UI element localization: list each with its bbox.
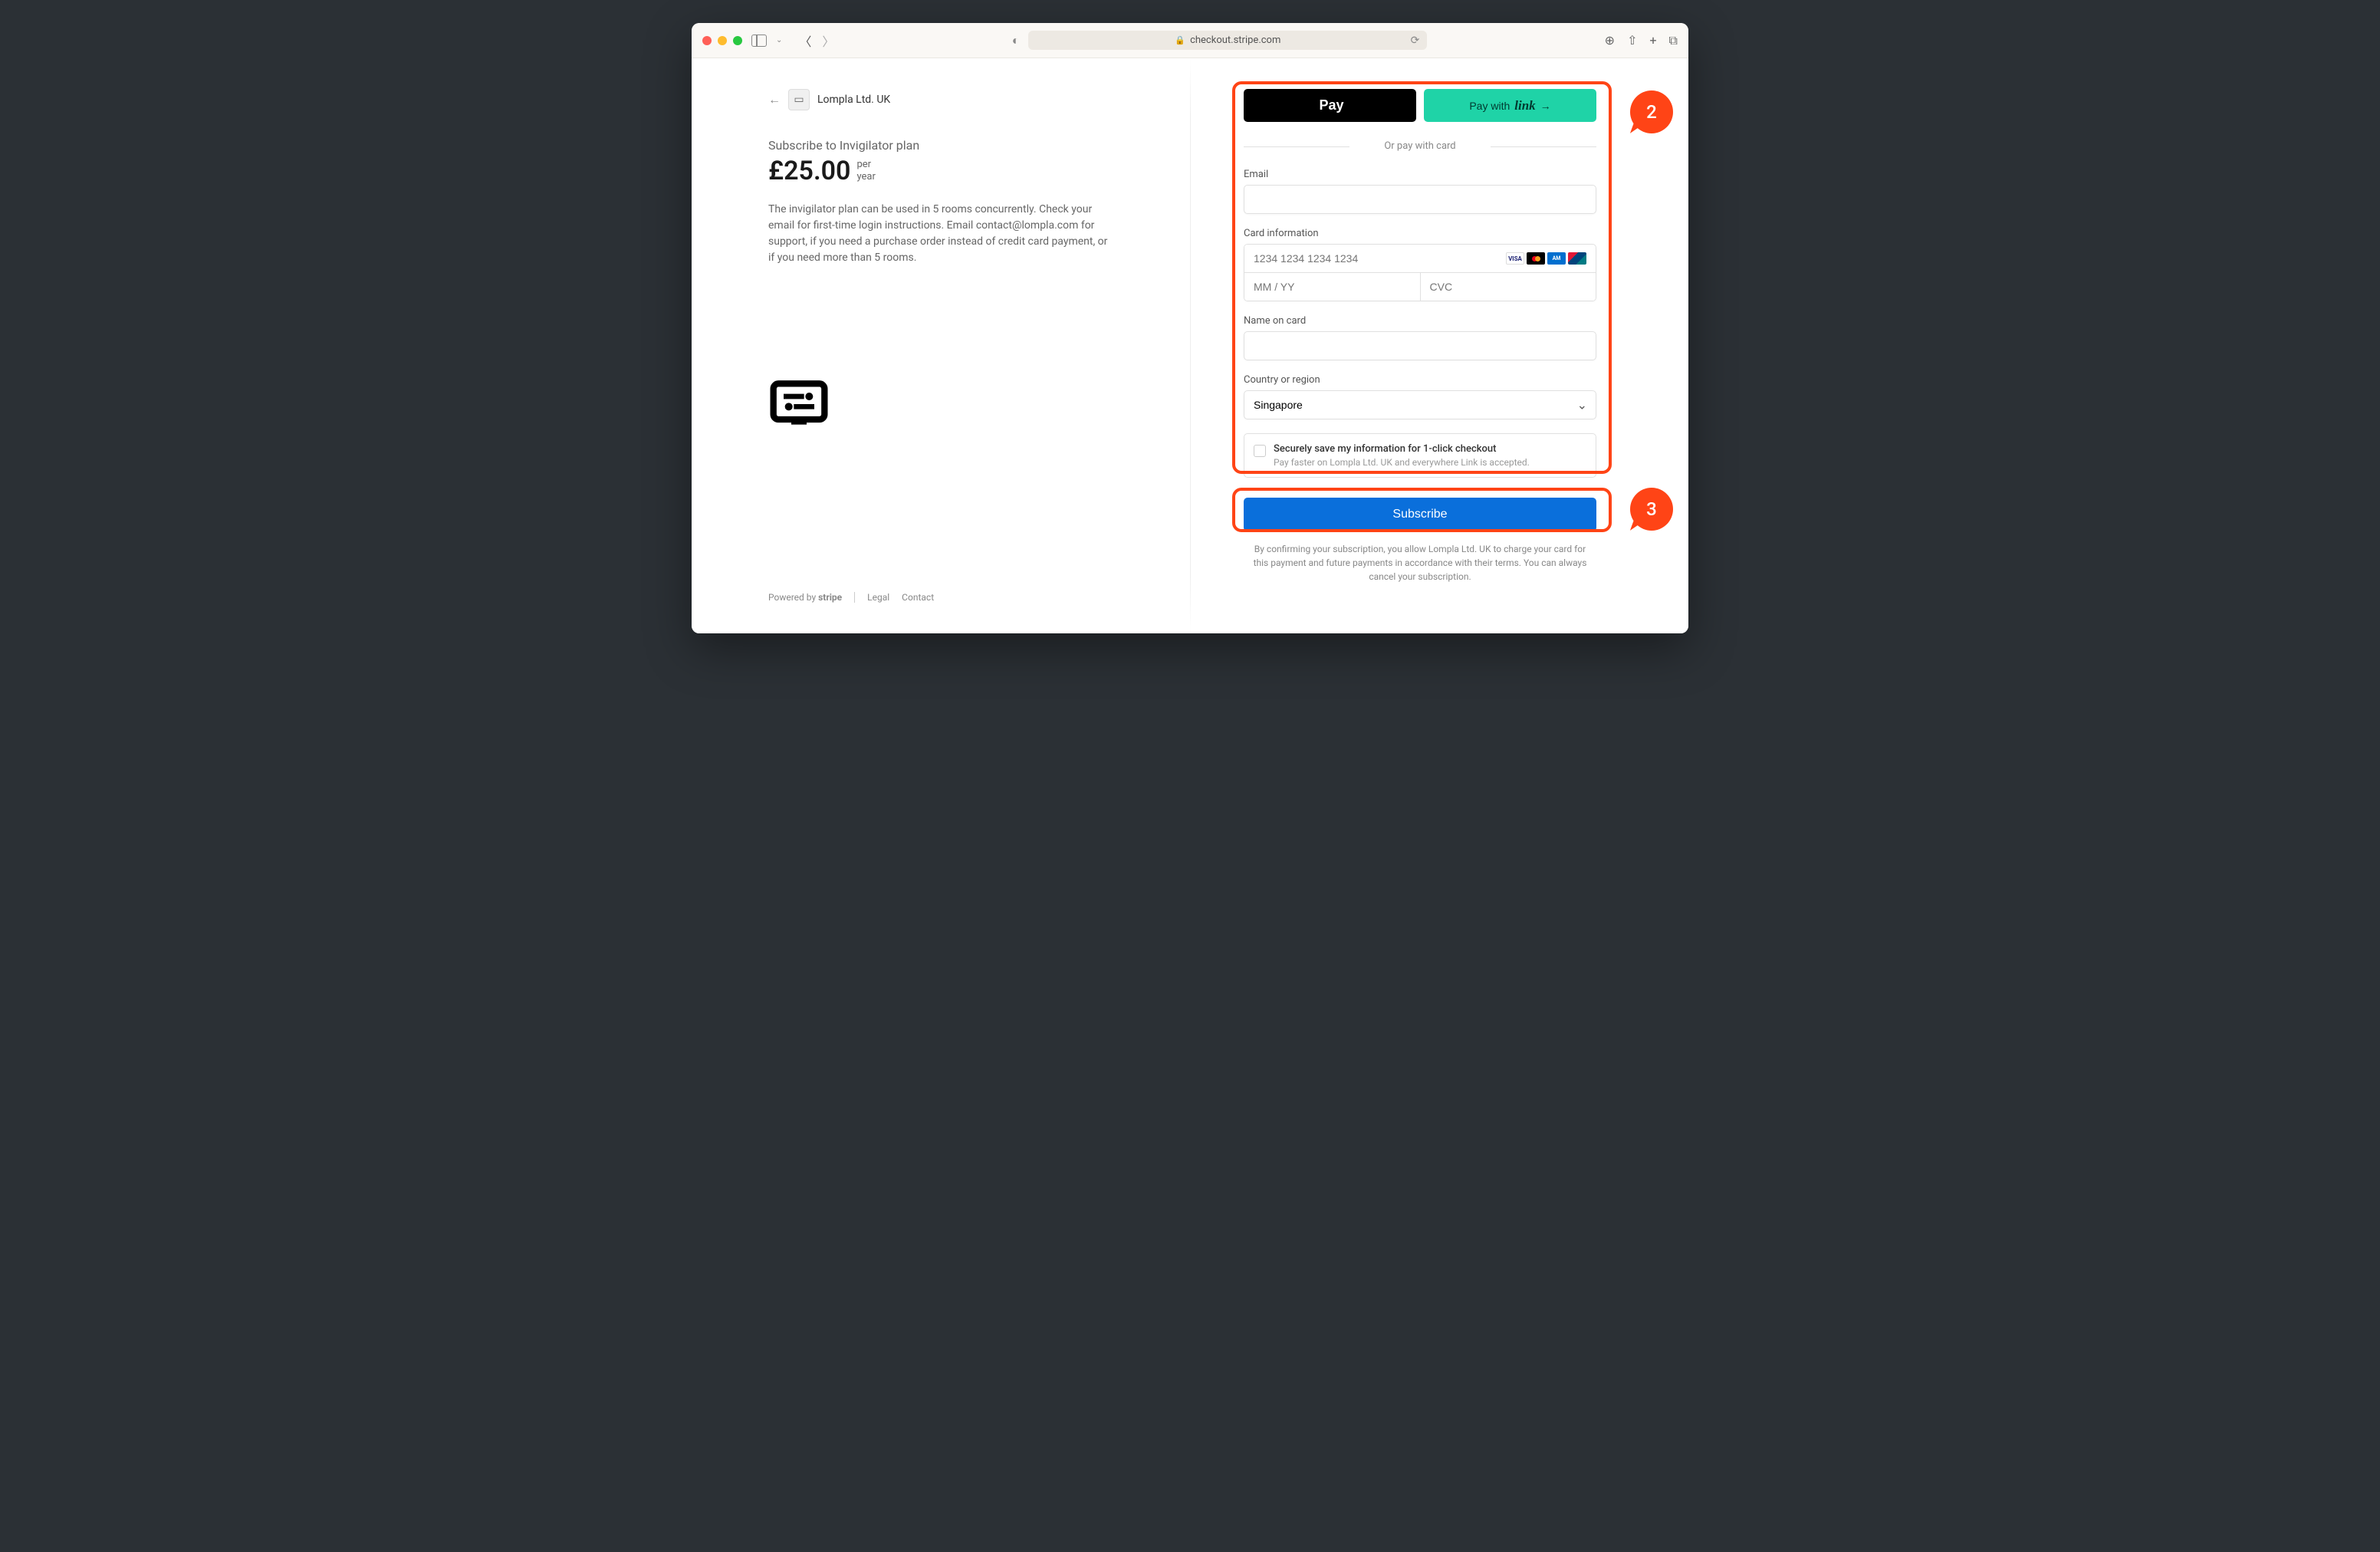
email-label: Email: [1244, 169, 1596, 180]
email-input[interactable]: [1244, 185, 1596, 214]
pay-with-card-divider: Or pay with card: [1244, 140, 1596, 152]
legal-link[interactable]: Legal: [867, 592, 889, 603]
mastercard-icon: [1527, 252, 1545, 265]
save-info-checkbox[interactable]: [1254, 445, 1266, 457]
annotation-badge-3: 3: [1630, 488, 1673, 531]
window-controls: [702, 36, 742, 45]
checkout-page: ← ▭ Lompla Ltd. UK Subscribe to Invigila…: [692, 58, 1688, 633]
sidebar-toggle-icon[interactable]: [751, 35, 767, 47]
name-on-card-label: Name on card: [1244, 315, 1596, 327]
browser-toolbar: ⌄ 〈 〉 ◐ 🔒 checkout.stripe.com ⟳ ⊕ ⇧ + ⧉: [692, 23, 1688, 58]
footer: Powered by stripe Legal Contact: [768, 592, 934, 603]
close-window-button[interactable]: [702, 36, 712, 45]
maximize-window-button[interactable]: [733, 36, 742, 45]
contact-link[interactable]: Contact: [902, 592, 934, 603]
payment-form-panel: Pay Pay with link → Or pay with card Ema…: [1190, 58, 1688, 633]
card-expiry-input[interactable]: [1244, 273, 1421, 301]
divider: [854, 592, 855, 603]
country-select[interactable]: Singapore: [1244, 390, 1596, 419]
save-info-title: Securely save my information for 1-click…: [1274, 443, 1530, 455]
refresh-icon[interactable]: ⟳: [1411, 35, 1420, 47]
link-pay-button[interactable]: Pay with link →: [1424, 89, 1596, 122]
card-number-input[interactable]: [1244, 245, 1506, 272]
back-arrow-icon: ←: [768, 92, 781, 107]
tabs-overview-icon[interactable]: ⧉: [1669, 33, 1678, 48]
downloads-icon[interactable]: ⊕: [1605, 33, 1615, 48]
new-tab-icon[interactable]: +: [1649, 33, 1656, 48]
address-bar[interactable]: 🔒 checkout.stripe.com ⟳: [1028, 31, 1427, 50]
privacy-shield-icon[interactable]: ◐: [1012, 33, 1020, 48]
name-on-card-input[interactable]: [1244, 331, 1596, 360]
product-image-icon: [768, 373, 1113, 435]
annotation-badge-2: 2: [1630, 90, 1673, 133]
forward-button[interactable]: 〉: [822, 31, 834, 50]
lock-icon: 🔒: [1175, 35, 1185, 45]
back-button[interactable]: 〈: [799, 31, 811, 50]
merchant-name: Lompla Ltd. UK: [817, 94, 890, 106]
arrow-right-icon: →: [1540, 100, 1551, 112]
subscribe-button[interactable]: Subscribe: [1244, 498, 1596, 531]
billing-period: per year: [856, 159, 875, 182]
visa-icon: VISA: [1506, 252, 1524, 265]
country-label: Country or region: [1244, 374, 1596, 386]
back-to-merchant[interactable]: ← ▭ Lompla Ltd. UK: [768, 89, 1113, 110]
apple-pay-button[interactable]: Pay: [1244, 89, 1416, 122]
link-logo-icon: link: [1514, 98, 1535, 113]
minimize-window-button[interactable]: [718, 36, 727, 45]
powered-by: Powered by stripe: [768, 592, 842, 603]
product-summary-panel: ← ▭ Lompla Ltd. UK Subscribe to Invigila…: [692, 58, 1190, 633]
save-info-box[interactable]: Securely save my information for 1-click…: [1244, 433, 1596, 478]
save-info-subtitle: Pay faster on Lompla Ltd. UK and everywh…: [1274, 457, 1530, 468]
price: £25.00: [768, 156, 850, 186]
plan-name: Subscribe to Invigilator plan: [768, 138, 1113, 153]
card-cvc-input[interactable]: [1421, 273, 1596, 301]
unionpay-icon: [1568, 252, 1586, 265]
plan-description: The invigilator plan can be used in 5 ro…: [768, 202, 1113, 266]
chevron-down-icon[interactable]: ⌄: [776, 36, 782, 44]
merchant-logo-icon: ▭: [788, 89, 810, 110]
share-icon[interactable]: ⇧: [1627, 33, 1637, 48]
url-text: checkout.stripe.com: [1190, 35, 1280, 46]
browser-window: ⌄ 〈 〉 ◐ 🔒 checkout.stripe.com ⟳ ⊕ ⇧ + ⧉ …: [692, 23, 1688, 633]
card-brand-icons: VISA AM: [1506, 252, 1586, 265]
amex-icon: AM: [1547, 252, 1566, 265]
terms-text: By confirming your subscription, you all…: [1244, 542, 1596, 584]
card-info-label: Card information: [1244, 228, 1596, 239]
